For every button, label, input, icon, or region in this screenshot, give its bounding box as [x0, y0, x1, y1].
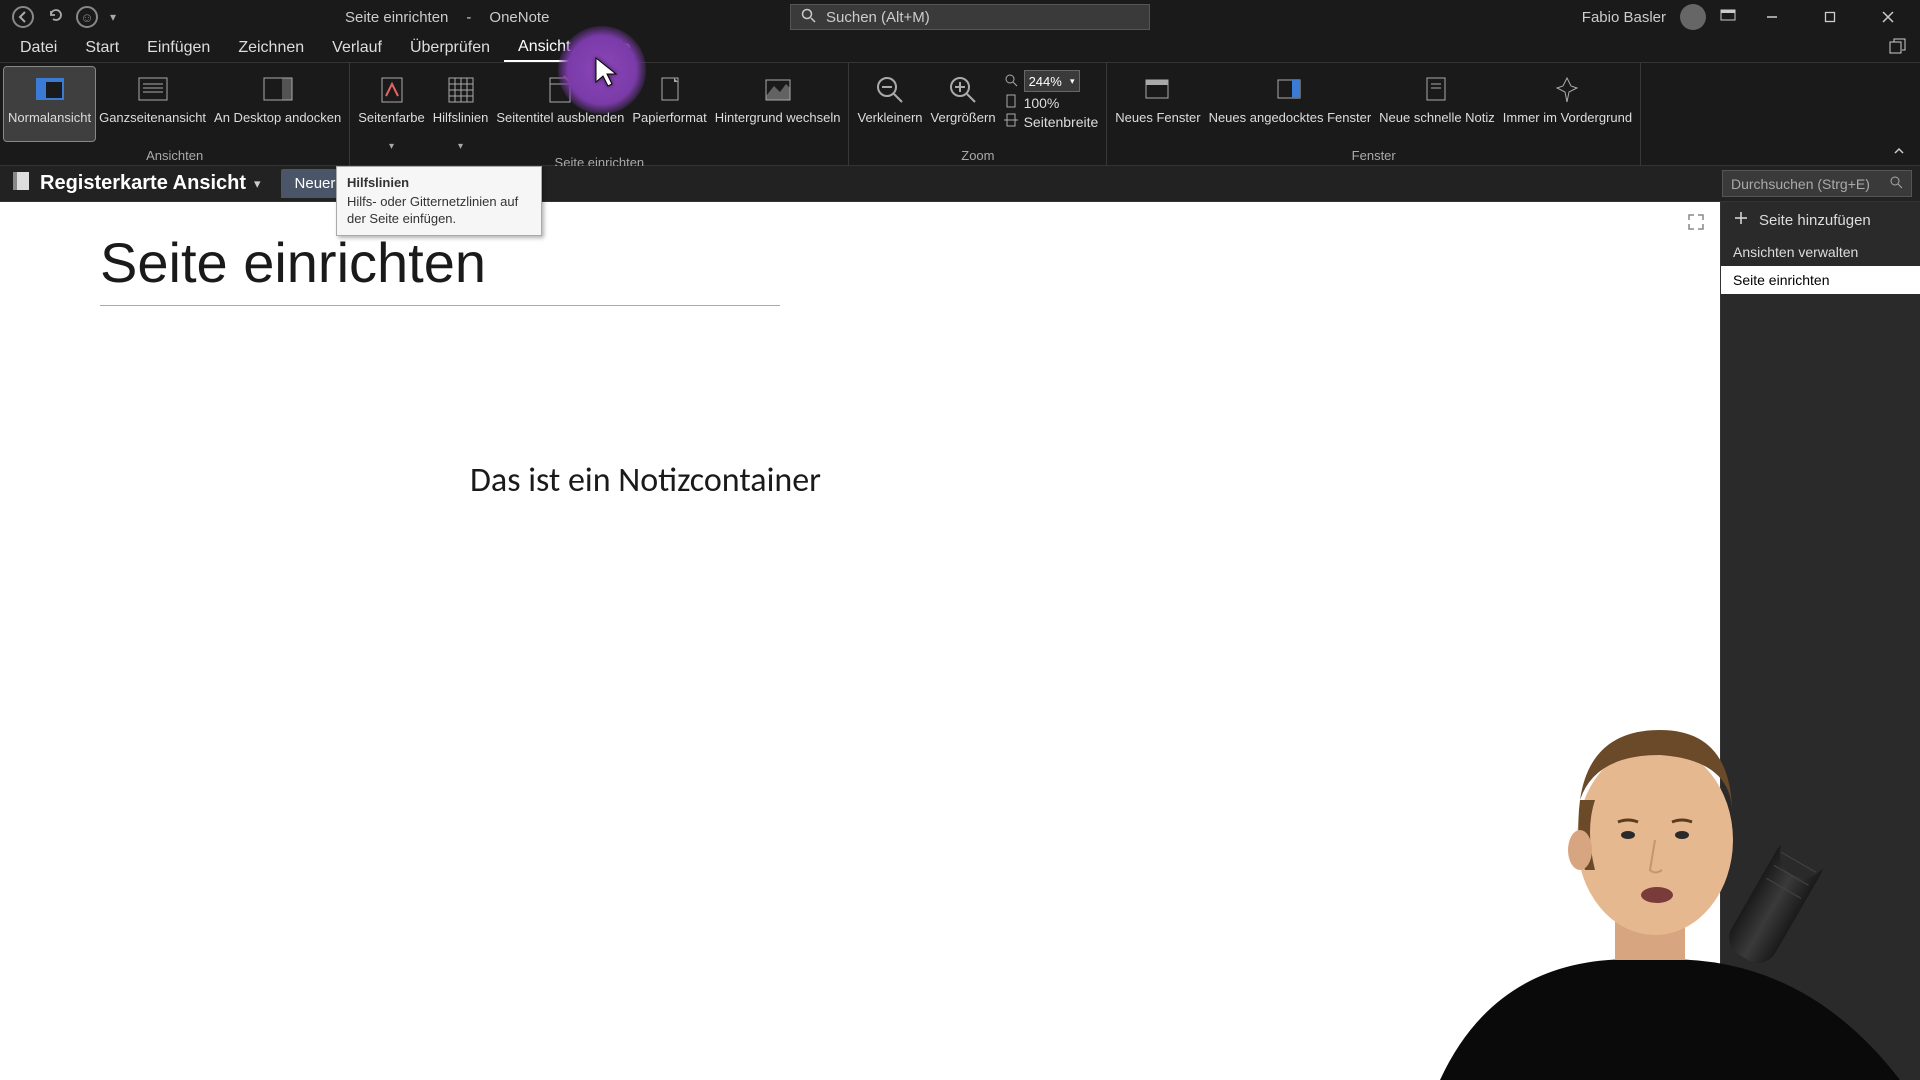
tooltip-title: Hilfslinien: [347, 175, 531, 191]
user-name[interactable]: Fabio Basler: [1582, 9, 1666, 26]
notebook-bar: Registerkarte Ansicht ▾ Neuer Absch + Du…: [0, 166, 1920, 202]
maximize-button[interactable]: [1808, 0, 1852, 34]
title-bar-quick-access: ☺ ▾: [0, 6, 116, 28]
zoom-in-icon: [945, 72, 981, 108]
chevron-down-icon: ▾: [1070, 76, 1075, 87]
quick-note-button[interactable]: Neue schnelle Notiz: [1375, 67, 1499, 141]
close-button[interactable]: [1866, 0, 1910, 34]
user-avatar[interactable]: [1680, 4, 1706, 30]
doc-title: Seite einrichten: [345, 9, 448, 26]
notebook-name[interactable]: Registerkarte Ansicht: [40, 172, 246, 195]
hide-title-button[interactable]: Seitentitel ausblenden: [492, 67, 628, 141]
paper-size-button[interactable]: Papierformat: [628, 67, 710, 141]
title-bar-right: Fabio Basler: [1582, 0, 1920, 34]
chevron-down-icon: ▾: [389, 141, 394, 153]
tab-ueberpruefen[interactable]: Überprüfen: [396, 35, 504, 61]
tooltip-body: Hilfs- oder Gitternetzlinien auf der Sei…: [347, 194, 531, 227]
page-icon: [1004, 94, 1018, 111]
ribbon-group-seite-einrichten: Seitenfarbe ▾ Hilfslinien ▾ Seitentitel …: [350, 63, 849, 166]
plus-icon: [1733, 210, 1749, 230]
ribbon-group-zoom: Verkleinern Vergrößern 244% ▾: [849, 63, 1107, 166]
ribbon-group-ansichten: Normalansicht Ganzseitenansicht An Deskt…: [0, 63, 350, 166]
page-list-item[interactable]: Seite einrichten: [1721, 266, 1920, 294]
pin-icon: [1549, 72, 1585, 108]
search-box[interactable]: Suchen (Alt+M): [790, 4, 1150, 30]
quick-note-icon: [1419, 72, 1455, 108]
search-icon: [801, 8, 816, 27]
undo-icon[interactable]: [46, 6, 64, 28]
ribbon-group-label: Ansichten: [146, 146, 203, 166]
change-background-button[interactable]: Hintergrund wechseln: [711, 67, 845, 141]
touch-mode-icon[interactable]: ☺: [76, 6, 98, 28]
window-title: Seite einrichten - OneNote: [345, 9, 549, 26]
new-window-icon: [1140, 72, 1176, 108]
new-window-button[interactable]: Neues Fenster: [1111, 67, 1204, 141]
new-docked-window-icon: [1272, 72, 1308, 108]
tab-datei[interactable]: Datei: [6, 35, 71, 61]
dock-icon: [260, 72, 296, 108]
zoom-controls: 244% ▾ 100% Seitenbreite: [1000, 67, 1103, 133]
page-color-icon: [374, 72, 410, 108]
tab-zeichnen[interactable]: Zeichnen: [224, 35, 318, 61]
ribbon-tab-strip: Datei Start Einfügen Zeichnen Verlauf Üb…: [0, 34, 1920, 63]
zoom-100-button[interactable]: 100%: [1004, 94, 1099, 111]
title-bar: ☺ ▾ Seite einrichten - OneNote Suchen (A…: [0, 0, 1920, 34]
magnifier-icon: [1004, 73, 1018, 90]
new-docked-window-button[interactable]: Neues angedocktes Fenster: [1205, 67, 1376, 141]
fullpage-view-button[interactable]: Ganzseitenansicht: [95, 67, 210, 141]
rule-lines-icon: [443, 72, 479, 108]
hide-title-icon: [542, 72, 578, 108]
add-page-button[interactable]: Seite hinzufügen: [1721, 202, 1920, 238]
collapse-ribbon-icon[interactable]: [1892, 144, 1906, 161]
ribbon-display-icon[interactable]: [1720, 7, 1736, 27]
title-separator: -: [466, 9, 471, 26]
app-name: OneNote: [489, 9, 549, 26]
share-icon[interactable]: [1888, 37, 1906, 60]
tab-ansicht[interactable]: Ansicht: [504, 34, 584, 62]
ribbon-group-label: Fenster: [1352, 146, 1396, 166]
back-icon[interactable]: [12, 6, 34, 28]
expand-icon[interactable]: [1686, 212, 1706, 238]
chevron-down-icon: ▾: [458, 141, 463, 153]
change-background-icon: [760, 72, 796, 108]
ribbon-group-fenster: Neues Fenster Neues angedocktes Fenster …: [1107, 63, 1641, 166]
notebook-icon[interactable]: [10, 170, 32, 197]
search-icon: [1889, 175, 1903, 192]
page-search-input[interactable]: Durchsuchen (Strg+E): [1722, 170, 1912, 197]
normal-view-button[interactable]: Normalansicht: [4, 67, 95, 141]
zoom-in-button[interactable]: Vergrößern: [927, 67, 1000, 141]
page-title[interactable]: Seite einrichten: [100, 230, 780, 306]
minimize-button[interactable]: [1750, 0, 1794, 34]
tab-start[interactable]: Start: [71, 35, 133, 61]
ribbon-group-label: Zoom: [961, 146, 994, 166]
zoom-value-input[interactable]: 244% ▾: [1024, 70, 1080, 92]
tab-einfuegen[interactable]: Einfügen: [133, 35, 224, 61]
always-on-top-button[interactable]: Immer im Vordergrund: [1499, 67, 1636, 141]
ribbon: Normalansicht Ganzseitenansicht An Deskt…: [0, 63, 1920, 166]
fullpage-view-icon: [135, 72, 171, 108]
tooltip: Hilfslinien Hilfs- oder Gitternetzlinien…: [336, 166, 542, 236]
paper-size-icon: [652, 72, 688, 108]
zoom-out-icon: [872, 72, 908, 108]
normal-view-icon: [32, 72, 68, 108]
note-container[interactable]: Das ist ein Notizcontainer: [470, 460, 821, 501]
zoom-out-button[interactable]: Verkleinern: [853, 67, 926, 141]
rule-lines-button[interactable]: Hilfslinien ▾: [429, 67, 493, 153]
dock-to-desktop-button[interactable]: An Desktop andocken: [210, 67, 345, 141]
page-width-icon: [1004, 113, 1018, 130]
page-color-button[interactable]: Seitenfarbe ▾: [354, 67, 429, 153]
tab-verlauf[interactable]: Verlauf: [318, 35, 396, 61]
qat-dropdown-icon[interactable]: ▾: [110, 10, 116, 24]
page-width-button[interactable]: Seitenbreite: [1004, 113, 1099, 130]
search-placeholder: Suchen (Alt+M): [826, 9, 1139, 26]
page-title-area[interactable]: Seite einrichten: [0, 202, 1720, 306]
chevron-down-icon[interactable]: ▾: [254, 176, 261, 192]
tab-hilfe[interactable]: Hilfe: [584, 35, 644, 61]
page-list-header[interactable]: Ansichten verwalten: [1721, 238, 1920, 266]
webcam-overlay: [1380, 690, 1920, 1080]
